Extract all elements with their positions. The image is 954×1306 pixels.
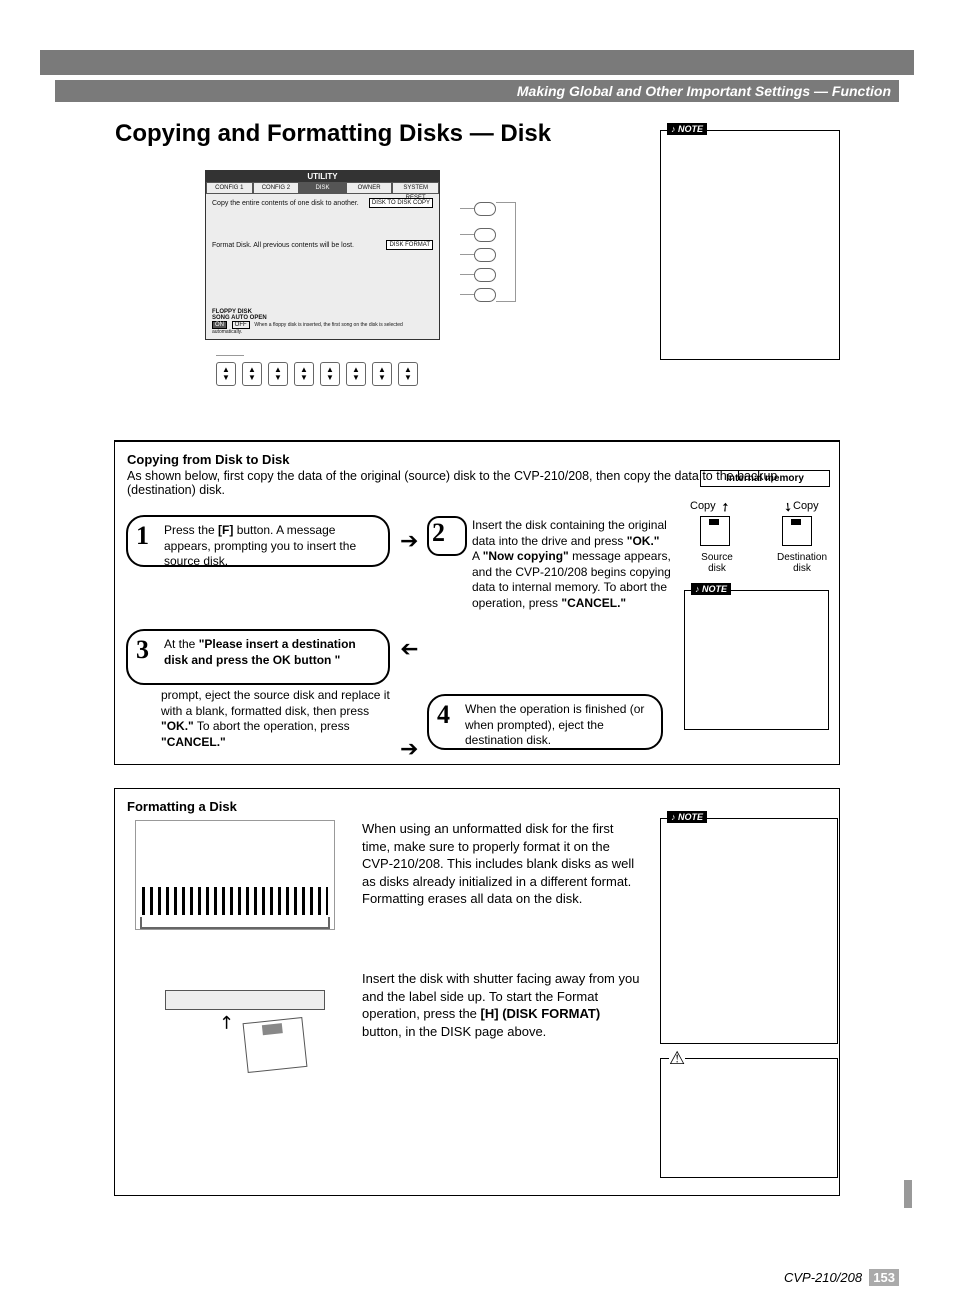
side-button-f[interactable] [474,202,496,216]
note-top: NOTE [660,130,840,360]
note-label-icon: NOTE [667,123,707,135]
side-button-h[interactable] [474,248,496,262]
breadcrumb: Making Global and Other Important Settin… [55,80,899,102]
tab-config1[interactable]: CONFIG 1 [206,182,253,194]
disk-format-button[interactable]: DISK FORMAT [386,240,433,250]
connector [460,254,474,255]
connector [460,294,474,295]
step-number: 1 [136,519,149,553]
step-4: 4 When the operation is finished (or whe… [427,694,663,750]
copy-heading: Copying from Disk to Disk [127,452,827,467]
internal-memory-box: Internal memory [700,470,830,487]
bracket [496,301,516,302]
utility-title: UTILITY [206,171,439,182]
floppy-disk-icon [243,1017,308,1073]
side-button-j[interactable] [474,288,496,302]
connector [460,274,474,275]
product-label: CVP-210/208 [784,1270,862,1285]
format-para1: When using an unformatted disk for the f… [362,820,642,908]
keyboard-illustration [135,820,335,930]
drive-illustration: ↗ [135,980,335,1060]
note-label-icon: NOTE [667,811,707,823]
updown-button[interactable]: ▲▼ [372,362,392,386]
caution-box: ⚠ [660,1058,838,1178]
top-band [40,50,914,75]
page-number: 153 [869,1269,899,1286]
side-button-g[interactable] [474,228,496,242]
note-format: NOTE [660,818,838,1044]
step-4-text: When the operation is finished (or when … [465,702,644,747]
updown-button[interactable]: ▲▼ [242,362,262,386]
step-1: 1 Press the [F] button. A message appear… [126,515,390,567]
step-3: 3 At the "Please insert a destination di… [126,629,390,685]
tab-systemreset[interactable]: SYSTEM RESET [392,182,439,194]
auto-open-on[interactable]: ON [212,321,227,329]
arrow-right-icon: ➔ [400,736,418,762]
note-side: NOTE [684,590,829,730]
piano-keys-icon [142,887,328,915]
updown-button[interactable]: ▲▼ [268,362,288,386]
copy-desc: Copy the entire contents of one disk to … [212,200,359,207]
utility-screen: UTILITY CONFIG 1 CONFIG 2 DISK OWNER SYS… [205,170,440,340]
format-para2: Insert the disk with shutter facing away… [362,970,642,1040]
source-disk-label: Source disk [694,552,740,574]
arrow-right-icon: ➔ [400,528,418,554]
step-3-lead: At the "Please insert a destination disk… [164,637,356,667]
copy-label-left: Copy [690,500,716,512]
format-desc: Format Disk. All previous contents will … [212,242,354,249]
step-1-text: Press the [F] button. A message appears,… [164,523,356,568]
step-2-text: Insert the disk containing the original … [472,518,672,612]
format-heading: Formatting a Disk [127,799,827,814]
song-auto-open-title: FLOPPY DISK SONG AUTO OPEN [212,309,433,321]
updown-button[interactable]: ▲▼ [294,362,314,386]
step-number: 2 [432,518,454,540]
connector [460,234,474,235]
dest-disk-icon [782,516,812,546]
bottom-button-row: ▲▼ ▲▼ ▲▼ ▲▼ ▲▼ ▲▼ ▲▼ ▲▼ [216,362,418,386]
side-tab [904,1180,912,1208]
auto-open-off[interactable]: OFF [232,321,250,329]
piano-legs [140,917,330,929]
disk-to-disk-copy-button[interactable]: DISK TO DISK COPY [369,198,433,208]
connector [216,355,244,356]
insert-arrow-icon: ↗ [214,1010,240,1036]
step-3-rest: prompt, eject the source disk and replac… [161,688,391,750]
caution-icon: ⚠ [669,1048,685,1069]
bracket [515,202,516,302]
side-button-i[interactable] [474,268,496,282]
updown-button[interactable]: ▲▼ [320,362,340,386]
tab-disk[interactable]: DISK [299,182,346,194]
page-title: Copying and Formatting Disks — Disk [115,120,551,148]
footer: CVP-210/208 153 [784,1269,899,1286]
source-disk-icon [700,516,730,546]
arrow-left-icon: ➔ [400,636,418,662]
tab-config2[interactable]: CONFIG 2 [253,182,300,194]
note-label-icon: NOTE [691,583,731,595]
tab-owner[interactable]: OWNER [346,182,393,194]
drive-slot-icon [165,990,325,1010]
updown-button[interactable]: ▲▼ [346,362,366,386]
connector [460,208,474,209]
dest-disk-label: Destination disk [772,552,832,574]
step-number: 3 [136,633,149,667]
step-number: 4 [437,698,450,732]
updown-button[interactable]: ▲▼ [216,362,236,386]
copy-label-right: Copy [793,500,819,512]
updown-button[interactable]: ▲▼ [398,362,418,386]
bracket [496,202,516,203]
